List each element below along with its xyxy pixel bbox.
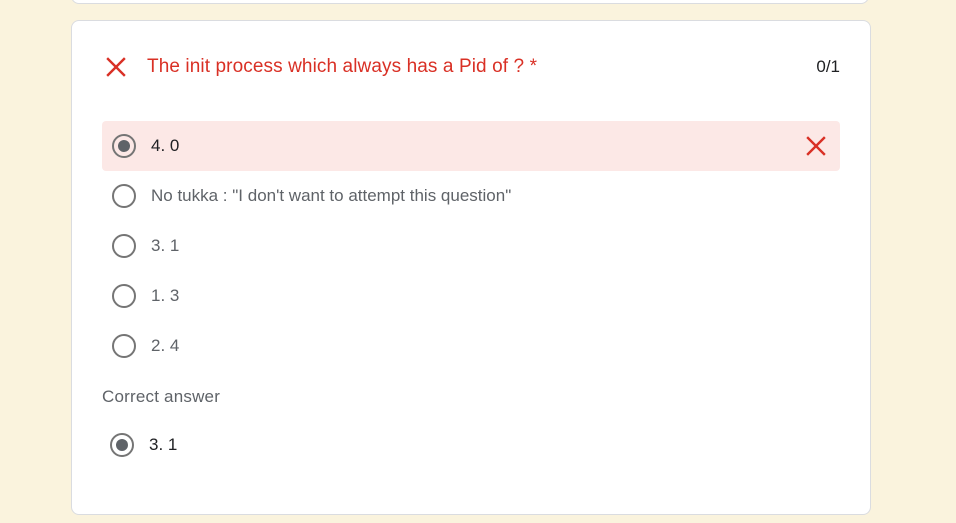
option-row[interactable]: 1. 3: [102, 271, 840, 321]
option-label: 1. 3: [151, 286, 180, 305]
question-score: 0/1: [816, 57, 840, 76]
correct-answer-label: 3. 1: [149, 435, 178, 454]
question-title: The init process which always has a Pid …: [147, 56, 538, 77]
previous-question-card: [71, 0, 869, 4]
option-row[interactable]: 2. 4: [102, 321, 840, 371]
radio-selected: [110, 433, 134, 457]
quiz-results-page: The init process which always has a Pid …: [0, 0, 956, 523]
option-row-selected-incorrect[interactable]: 4. 0: [102, 121, 840, 171]
question-card: The init process which always has a Pid …: [71, 20, 871, 515]
radio-unselected[interactable]: [112, 334, 136, 358]
option-label: 2. 4: [151, 336, 180, 355]
option-label: 4. 0: [151, 136, 180, 155]
close-icon: [106, 57, 126, 77]
correct-answer-option: 3. 1: [110, 431, 177, 459]
radio-selected[interactable]: [112, 134, 136, 158]
close-icon: [806, 136, 826, 156]
correct-answer-heading: Correct answer: [102, 387, 221, 406]
option-row[interactable]: 3. 1: [102, 221, 840, 271]
radio-unselected[interactable]: [112, 234, 136, 258]
radio-unselected[interactable]: [112, 284, 136, 308]
radio-unselected[interactable]: [112, 184, 136, 208]
option-label: 3. 1: [151, 236, 180, 255]
question-header: The init process which always has a Pid …: [106, 54, 840, 80]
option-row[interactable]: No tukka : "I don't want to attempt this…: [102, 171, 840, 221]
option-label: No tukka : "I don't want to attempt this…: [151, 186, 512, 205]
